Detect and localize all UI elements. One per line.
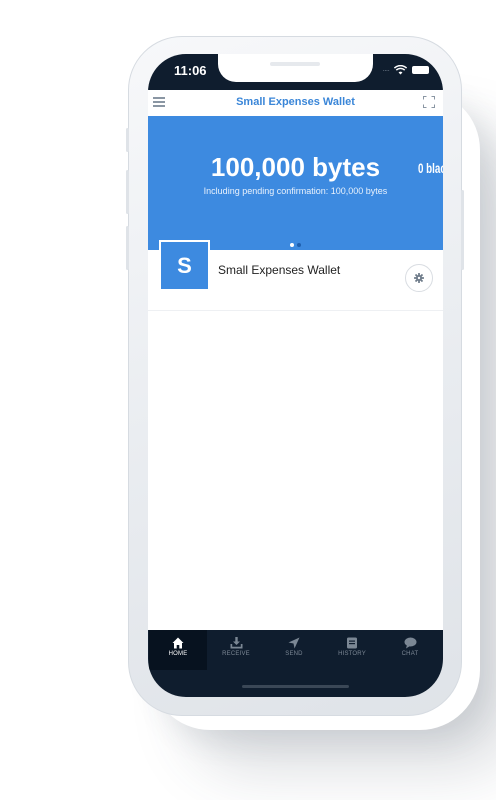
tab-label: HOME bbox=[168, 651, 188, 657]
status-bar: 11:06 ···· bbox=[148, 54, 443, 90]
wallet-name: Small Expenses Wallet bbox=[218, 263, 341, 277]
app-header: Small Expenses Wallet bbox=[148, 90, 443, 117]
balance-banner[interactable]: 100,000 bytes Including pending confirma… bbox=[148, 116, 443, 250]
tab-chat[interactable]: CHAT bbox=[381, 630, 439, 670]
home-indicator bbox=[242, 685, 349, 688]
wallet-avatar: S bbox=[159, 240, 210, 291]
receive-icon bbox=[230, 637, 242, 649]
tab-label: CHAT bbox=[401, 651, 419, 657]
bottom-tab-bar: HOME RECEIVE SEND HISTORY CHAT bbox=[148, 630, 443, 697]
signal-icon: ···· bbox=[382, 65, 390, 75]
tab-label: RECEIVE bbox=[222, 651, 250, 657]
battery-icon bbox=[412, 66, 429, 74]
home-icon bbox=[172, 637, 184, 649]
page-title: Small Expenses Wallet bbox=[236, 96, 355, 108]
phone-screen: 11:06 ···· Small Expenses Wallet 100,000… bbox=[148, 54, 443, 697]
history-icon bbox=[347, 637, 357, 649]
next-asset-balance: 0 black bbox=[418, 160, 443, 176]
qr-scan-icon[interactable] bbox=[423, 96, 435, 108]
pager-dot-active bbox=[290, 243, 294, 247]
wallet-settings-button[interactable] bbox=[405, 264, 433, 292]
speaker-grille bbox=[270, 62, 320, 66]
balance-pager bbox=[290, 243, 301, 247]
pending-balance: Including pending confirmation: 100,000 … bbox=[203, 186, 388, 196]
mute-switch bbox=[126, 128, 129, 152]
chat-icon bbox=[404, 637, 416, 649]
gear-icon bbox=[414, 273, 424, 283]
pager-dot bbox=[297, 243, 301, 247]
volume-down-button bbox=[126, 226, 129, 270]
tab-label: HISTORY bbox=[338, 651, 366, 657]
send-icon bbox=[288, 637, 300, 649]
notch bbox=[218, 54, 373, 82]
wallet-list-item[interactable]: S Small Expenses Wallet bbox=[148, 240, 443, 311]
power-button bbox=[461, 190, 464, 270]
wifi-icon bbox=[394, 65, 407, 75]
tab-history[interactable]: HISTORY bbox=[323, 630, 381, 670]
status-time: 11:06 bbox=[174, 63, 207, 78]
tab-home[interactable]: HOME bbox=[149, 630, 207, 670]
tab-send[interactable]: SEND bbox=[265, 630, 323, 670]
tab-label: SEND bbox=[285, 651, 303, 657]
tab-receive[interactable]: RECEIVE bbox=[207, 630, 265, 670]
status-icons: ···· bbox=[382, 65, 429, 75]
balance-amount: 100,000 bytes bbox=[210, 152, 381, 182]
volume-up-button bbox=[126, 170, 129, 214]
